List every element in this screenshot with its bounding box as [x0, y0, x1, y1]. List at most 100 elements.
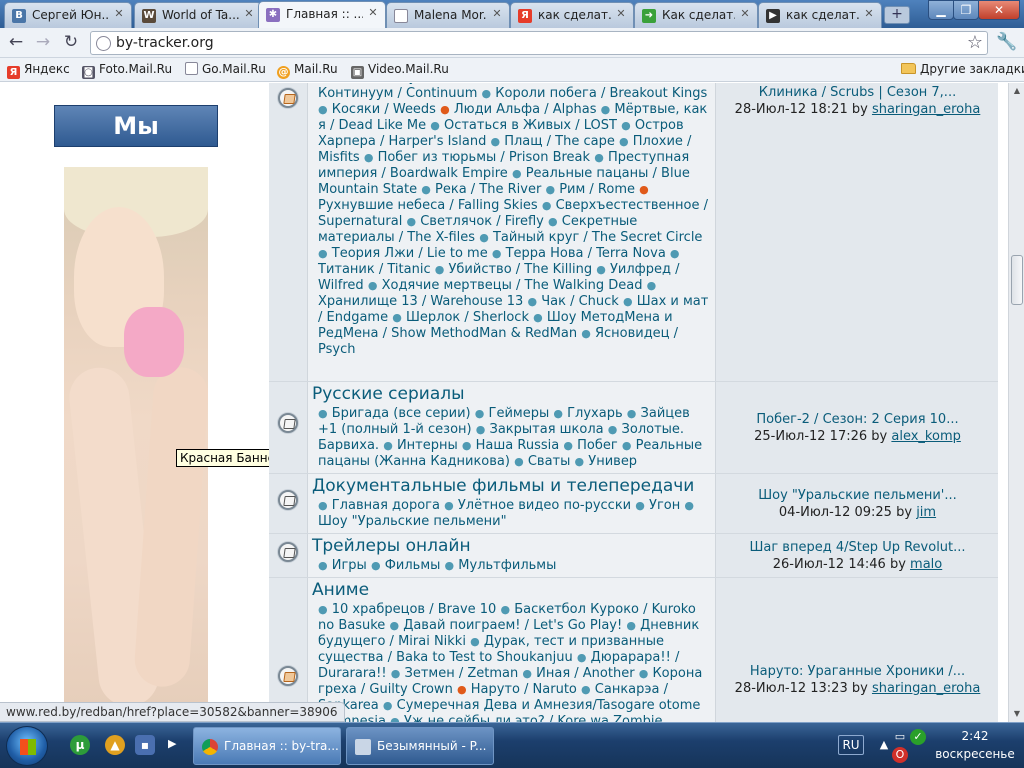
- subforum-link[interactable]: Наруто / Naruto: [471, 682, 577, 697]
- last-post-user[interactable]: sharingan_eroha: [872, 681, 980, 696]
- close-icon[interactable]: ✕: [739, 8, 751, 20]
- tab-world-of-tanks[interactable]: W World of Ta... ✕: [134, 2, 262, 28]
- new-tab-button[interactable]: +: [884, 6, 910, 24]
- subforum-link[interactable]: Река / The River: [435, 182, 541, 197]
- subforum-link[interactable]: Сваты: [528, 454, 571, 469]
- bookmark-star-icon[interactable]: ☆: [967, 32, 983, 53]
- subforum-link[interactable]: Угон: [649, 498, 680, 513]
- subforum-link[interactable]: Зетмен / Zetman: [405, 666, 519, 681]
- subforum-link[interactable]: Титаник / Titanic: [318, 262, 431, 277]
- start-button[interactable]: [6, 726, 48, 766]
- forward-button[interactable]: →: [32, 33, 54, 53]
- save-disk-icon[interactable]: ▪: [135, 735, 155, 755]
- opera-icon[interactable]: O: [892, 747, 908, 763]
- close-icon[interactable]: ✕: [367, 7, 379, 19]
- tab-vk[interactable]: B Сергей Юн... ✕: [4, 2, 132, 28]
- wrench-icon[interactable]: 🔧: [996, 32, 1017, 52]
- tray-expand-icon[interactable]: ▲: [876, 737, 892, 753]
- my-banner[interactable]: Мы: [54, 105, 218, 147]
- close-icon[interactable]: ✕: [113, 8, 125, 20]
- close-window-button[interactable]: ✕: [978, 0, 1020, 20]
- language-indicator[interactable]: RU: [838, 735, 864, 755]
- network-icon[interactable]: ▭: [892, 729, 908, 745]
- forum-title[interactable]: Аниме: [312, 580, 369, 600]
- tab-yandex[interactable]: Я как сделат... ✕: [510, 2, 634, 28]
- bookmark-yandex[interactable]: Я Яндекс: [7, 62, 70, 79]
- subforum-link[interactable]: Закрытая школа: [490, 422, 604, 437]
- subforum-link[interactable]: Терра Нова / Terra Nova: [506, 246, 666, 261]
- subforum-link[interactable]: Уж не сейбы ли это? / Kore wa Zombie: [404, 714, 663, 722]
- last-post-topic[interactable]: Побег-2 / Сезон: 2 Серия 10...: [716, 412, 999, 427]
- tab-main-active[interactable]: ✱ Главная :: ... ✕: [258, 1, 386, 28]
- subforum-link[interactable]: Косяки / Weeds: [332, 102, 436, 117]
- subforum-link[interactable]: Клиника / Scrubs: [441, 83, 556, 85]
- subforum-link[interactable]: Континуум / Continuum: [318, 86, 477, 101]
- clock[interactable]: 2:42 воскресенье: [930, 727, 1020, 763]
- forum-icon[interactable]: [278, 490, 298, 510]
- subforum-link[interactable]: Убийство / The Killing: [448, 262, 592, 277]
- close-icon[interactable]: ✕: [491, 8, 503, 20]
- forum-new-icon[interactable]: [278, 666, 298, 686]
- last-post-topic[interactable]: Шаг вперед 4/Step Up Revolut...: [716, 540, 999, 555]
- subforum-link[interactable]: Интерны: [397, 438, 458, 453]
- back-button[interactable]: ←: [5, 33, 27, 53]
- subforum-link[interactable]: Наша Russia: [476, 438, 560, 453]
- taskbar-item-chrome[interactable]: Главная :: by-tra...: [193, 727, 341, 765]
- subforum-link[interactable]: Улётное видео по-русски: [458, 498, 631, 513]
- subforum-link[interactable]: Короли побега / Breakout Kings: [495, 86, 707, 101]
- scroll-thumb[interactable]: [1011, 255, 1023, 305]
- forum-title[interactable]: Русские сериалы: [312, 384, 465, 404]
- subforum-link[interactable]: Тайный круг / The Secret Circle: [493, 230, 702, 245]
- check-icon[interactable]: ✓: [910, 729, 926, 745]
- subforum-link[interactable]: Светлячок / Firefly: [420, 214, 544, 229]
- tab-video[interactable]: ▶ как сделат... ✕: [758, 2, 882, 28]
- subforum-link[interactable]: Рухнувшие небеса / Falling Skies: [318, 198, 538, 213]
- subforum-link[interactable]: Мультфильмы: [458, 558, 556, 573]
- last-post-topic[interactable]: Шоу "Уральские пельмени'...: [716, 488, 999, 503]
- vertical-scrollbar[interactable]: ▲ ▼: [1008, 83, 1024, 722]
- bookmark-foto-mail[interactable]: ◙ Foto.Mail.Ru: [82, 62, 172, 79]
- scroll-up-arrow-icon[interactable]: ▲: [1009, 83, 1024, 99]
- subforum-link[interactable]: Плащ / The cape: [504, 134, 615, 149]
- forum-icon[interactable]: [278, 542, 298, 562]
- last-post-user[interactable]: alex_komp: [891, 429, 960, 444]
- subforum-link[interactable]: Остаться в Живых / LOST: [444, 118, 617, 133]
- address-url[interactable]: by-tracker.org: [116, 35, 214, 51]
- forum-icon[interactable]: [278, 413, 298, 433]
- subforum-link[interactable]: Ходячие мертвецы / The Walking Dead: [382, 278, 643, 293]
- subforum-link[interactable]: Шерлок / Sherlock: [406, 310, 529, 325]
- subforum-link[interactable]: Люди Альфа / Alphas: [454, 102, 597, 117]
- subforum-link[interactable]: Рим / Rome: [559, 182, 635, 197]
- last-post-topic[interactable]: Клиника / Scrubs | Сезон 7,...: [716, 85, 999, 100]
- taskbar-item-paint[interactable]: Безымянный - P...: [346, 727, 494, 765]
- subforum-link[interactable]: Игры: [332, 558, 367, 573]
- bookmark-video-mail[interactable]: ▣ Video.Mail.Ru: [351, 62, 449, 79]
- forum-title[interactable]: Трейлеры онлайн: [312, 536, 471, 556]
- bookmark-go-mail[interactable]: Go.Mail.Ru: [185, 62, 266, 76]
- bookmark-mail[interactable]: @ Mail.Ru: [277, 62, 338, 79]
- other-bookmarks[interactable]: Другие закладки: [901, 62, 1024, 76]
- subforum-link[interactable]: Фильмы: [385, 558, 441, 573]
- forum-title[interactable]: Документальные фильмы и телепередачи: [312, 476, 694, 496]
- close-icon[interactable]: ✕: [243, 8, 255, 20]
- minimize-button[interactable]: ▁: [928, 0, 954, 20]
- banner-photo[interactable]: [64, 167, 208, 722]
- subforum-link[interactable]: Шоу "Уральские пельмени": [318, 514, 507, 529]
- subforum-link[interactable]: Универ: [588, 454, 637, 469]
- subforum-link[interactable]: Геймеры: [489, 406, 550, 421]
- close-icon[interactable]: ✕: [615, 8, 627, 20]
- subforum-link[interactable]: Чак / Chuck: [541, 294, 619, 309]
- scroll-down-arrow-icon[interactable]: ▼: [1009, 706, 1024, 722]
- last-post-user[interactable]: sharingan_eroha: [872, 102, 980, 117]
- subforum-link[interactable]: Хранилище 13 / Warehouse 13: [318, 294, 523, 309]
- subforum-link[interactable]: Иная / Another: [536, 666, 634, 681]
- tab-how-to[interactable]: ➜ Как сделат... ✕: [634, 2, 758, 28]
- subforum-link[interactable]: Давай поиграем! / Let's Go Play!: [403, 618, 622, 633]
- forum-new-icon[interactable]: [278, 88, 298, 108]
- last-post-user[interactable]: jim: [916, 505, 936, 520]
- maximize-button[interactable]: ❐: [953, 0, 979, 20]
- quicklaunch-expand-icon[interactable]: ▶: [168, 737, 176, 750]
- close-icon[interactable]: ✕: [863, 8, 875, 20]
- subforum-link[interactable]: The Kennedys: [332, 83, 423, 85]
- subforum-link[interactable]: Контакт / Touch: [574, 83, 681, 85]
